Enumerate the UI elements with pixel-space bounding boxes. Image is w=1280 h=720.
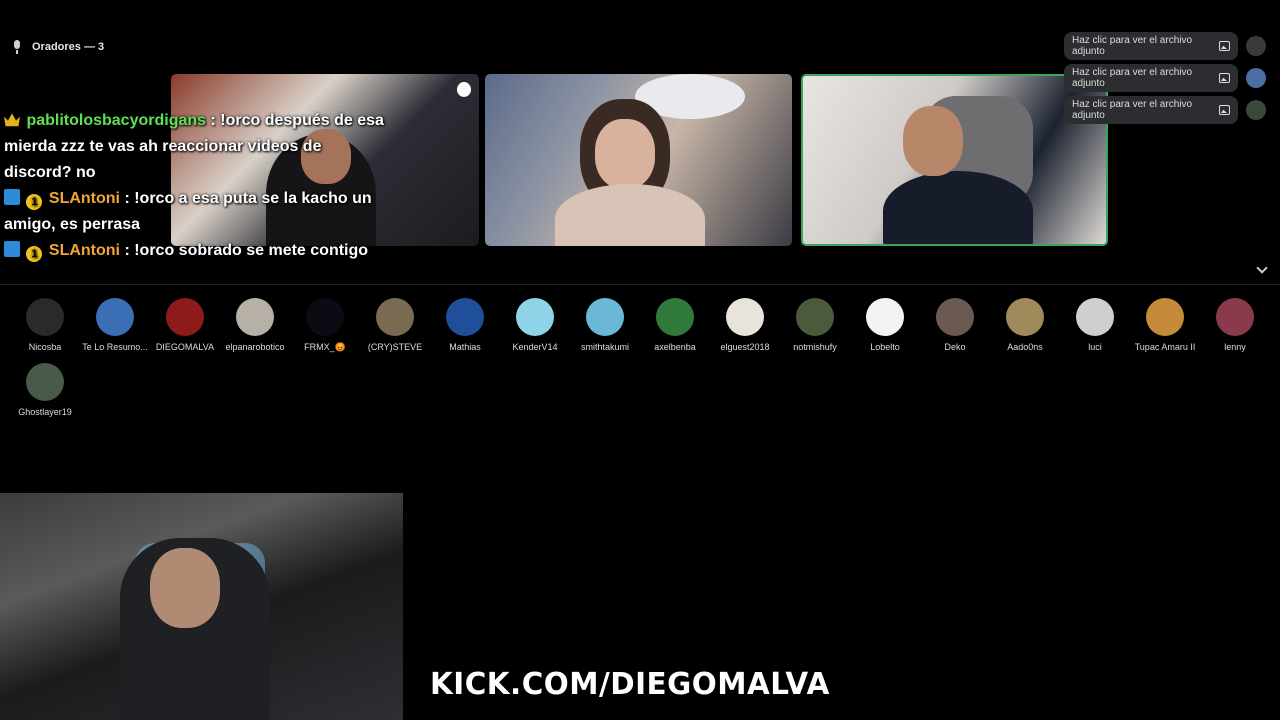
section-divider bbox=[0, 284, 1280, 285]
audience-member-name: notmishufy bbox=[793, 342, 837, 352]
video-tile-2[interactable] bbox=[485, 74, 792, 246]
prime-badge-icon bbox=[4, 189, 20, 205]
avatar bbox=[1146, 298, 1184, 336]
audience-member[interactable]: Tupac Amaru II bbox=[1130, 298, 1200, 363]
audience-member[interactable]: elguest2018 bbox=[710, 298, 780, 363]
speakers-header: Oradores — 3 bbox=[12, 40, 104, 54]
avatar bbox=[236, 298, 274, 336]
speakers-title: Oradores — 3 bbox=[32, 41, 105, 53]
audience-member[interactable]: elpanarobotico bbox=[220, 298, 290, 363]
avatar bbox=[26, 363, 64, 401]
audience-member-name: FRMX_😡 bbox=[304, 342, 346, 352]
avatar bbox=[796, 298, 834, 336]
audience-member[interactable]: (CRY)STEVE bbox=[360, 298, 430, 363]
chat-username: SLAntoni bbox=[48, 242, 120, 259]
avatar bbox=[1246, 68, 1266, 88]
audience-member-name: Aado0ns bbox=[1007, 342, 1043, 352]
avatar bbox=[166, 298, 204, 336]
audience-member[interactable]: DIEGOMALVA bbox=[150, 298, 220, 363]
shield-icon bbox=[457, 82, 471, 97]
chat-username: SLAntoni bbox=[48, 190, 120, 207]
avatar bbox=[936, 298, 974, 336]
image-icon bbox=[1219, 105, 1230, 115]
chat-text: : !orco sobrado se mete contigo bbox=[124, 242, 369, 259]
attachment-notification[interactable]: Haz clic para ver el archivo adjunto bbox=[1064, 96, 1270, 124]
avatar bbox=[1216, 298, 1254, 336]
avatar bbox=[306, 298, 344, 336]
chat-username: pablitolosbacyordigans bbox=[26, 112, 207, 129]
audience-member-name: Nicosba bbox=[28, 342, 62, 352]
audience-member[interactable]: KenderV14 bbox=[500, 298, 570, 363]
audience-member[interactable]: Aado0ns bbox=[990, 298, 1060, 363]
audience-member-name: KenderV14 bbox=[512, 342, 558, 352]
audience-member[interactable]: Deko bbox=[920, 298, 990, 363]
attachment-notification-box[interactable]: Haz clic para ver el archivo adjunto bbox=[1064, 96, 1238, 124]
avatar bbox=[446, 298, 484, 336]
avatar bbox=[516, 298, 554, 336]
audience-member-name: Deko bbox=[944, 342, 966, 352]
avatar bbox=[726, 298, 764, 336]
audience-member-name: smithtakumi bbox=[580, 342, 629, 352]
chat-message: 1 SLAntoni : !orco a esa puta se la kach… bbox=[4, 186, 384, 238]
audience-member-name: Ghostlayer19 bbox=[18, 407, 72, 417]
avatar bbox=[586, 298, 624, 336]
avatar bbox=[1006, 298, 1044, 336]
attachment-notification-text: Haz clic para ver el archivo adjunto bbox=[1072, 99, 1193, 121]
audience-member-name: Mathias bbox=[449, 342, 481, 352]
chat-message: pablitolosbacyordigans : !orco después d… bbox=[4, 108, 384, 186]
audience-member-name: lenny bbox=[1224, 342, 1246, 352]
avatar bbox=[96, 298, 134, 336]
attachment-notification-box[interactable]: Haz clic para ver el archivo adjunto bbox=[1064, 32, 1238, 60]
avatar bbox=[656, 298, 694, 336]
microphone-icon bbox=[12, 40, 22, 54]
attachment-notification-text: Haz clic para ver el archivo adjunto bbox=[1072, 35, 1193, 57]
video-tile-3-speaking[interactable] bbox=[801, 74, 1108, 246]
audience-member[interactable]: Te Lo Resumo... bbox=[80, 298, 150, 363]
chevron-down-icon[interactable] bbox=[1256, 262, 1268, 274]
coin-badge-icon: 1 bbox=[26, 246, 43, 262]
avatar bbox=[866, 298, 904, 336]
chat-message: 1 SLAntoni : !orco sobrado se mete conti… bbox=[4, 238, 384, 264]
chat-overlay: pablitolosbacyordigans : !orco después d… bbox=[4, 108, 384, 264]
crown-badge-icon bbox=[4, 113, 20, 127]
audience-member[interactable]: FRMX_😡 bbox=[290, 298, 360, 363]
audience-member[interactable]: axelbenba bbox=[640, 298, 710, 363]
audience-grid: Nicosba Te Lo Resumo... DIEGOMALVA elpanaro… bbox=[10, 298, 1270, 428]
avatar bbox=[1076, 298, 1114, 336]
notification-stack: Haz clic para ver el archivo adjunto Haz … bbox=[1064, 32, 1270, 128]
coin-badge-icon: 1 bbox=[26, 194, 43, 210]
prime-badge-icon bbox=[4, 241, 20, 257]
audience-member[interactable]: Mathias bbox=[430, 298, 500, 363]
attachment-notification[interactable]: Haz clic para ver el archivo adjunto bbox=[1064, 32, 1270, 60]
avatar bbox=[26, 298, 64, 336]
audience-member[interactable]: lenny bbox=[1200, 298, 1270, 363]
attachment-notification-box[interactable]: Haz clic para ver el archivo adjunto bbox=[1064, 64, 1238, 92]
audience-member[interactable]: smithtakumi bbox=[570, 298, 640, 363]
attachment-notification-text: Haz clic para ver el archivo adjunto bbox=[1072, 67, 1193, 89]
streamer-webcam bbox=[0, 493, 403, 720]
audience-member-name: DIEGOMALVA bbox=[155, 342, 215, 352]
image-icon bbox=[1219, 73, 1230, 83]
audience-member-name: elpanarobotico bbox=[225, 342, 285, 352]
audience-member[interactable]: Lobelto bbox=[850, 298, 920, 363]
audience-member[interactable]: luci bbox=[1060, 298, 1130, 363]
audience-member-name: Lobelto bbox=[870, 342, 900, 352]
avatar bbox=[376, 298, 414, 336]
audience-member-name: axelbenba bbox=[654, 342, 696, 352]
audience-member-name: (CRY)STEVE bbox=[367, 342, 423, 352]
stream-url-overlay: KICK.COM/DIEGOMALVA bbox=[430, 667, 830, 702]
audience-member-name: elguest2018 bbox=[720, 342, 770, 352]
image-icon bbox=[1219, 41, 1230, 51]
audience-member[interactable]: Nicosba bbox=[10, 298, 80, 363]
audience-member-name: Te Lo Resumo... bbox=[82, 342, 148, 352]
audience-member-name: luci bbox=[1088, 342, 1102, 352]
attachment-notification[interactable]: Haz clic para ver el archivo adjunto bbox=[1064, 64, 1270, 92]
audience-member[interactable]: Ghostlayer19 bbox=[10, 363, 80, 428]
avatar bbox=[1246, 36, 1266, 56]
avatar bbox=[1246, 100, 1266, 120]
audience-member-name: Tupac Amaru II bbox=[1134, 342, 1196, 352]
audience-member[interactable]: notmishufy bbox=[780, 298, 850, 363]
